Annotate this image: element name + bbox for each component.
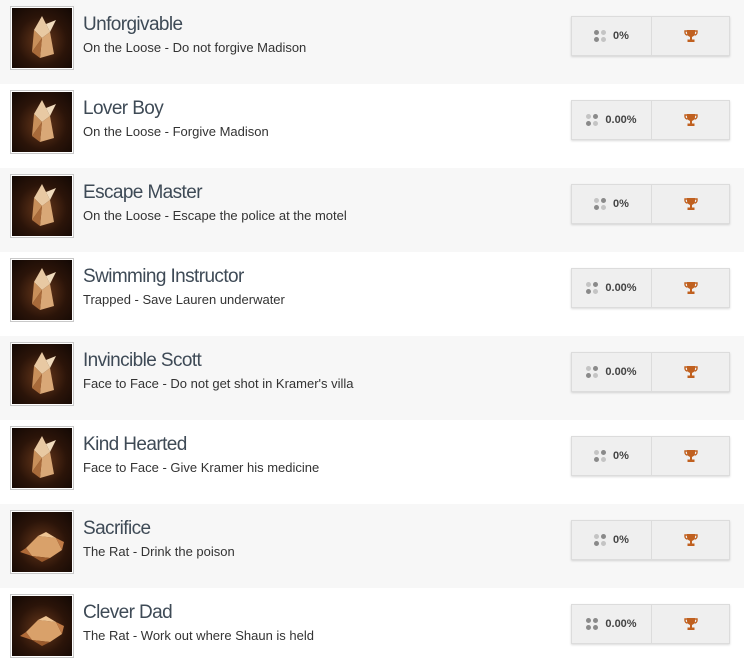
achievement-row[interactable]: Sacrifice The Rat - Drink the poison 0% xyxy=(0,504,744,588)
trophy-button[interactable] xyxy=(652,437,729,475)
origami-figure-icon xyxy=(12,428,72,488)
origami-figure-icon xyxy=(12,260,72,320)
achievement-list: Unforgivable On the Loose - Do not forgi… xyxy=(0,0,744,672)
achievement-description: Trapped - Save Lauren underwater xyxy=(83,292,285,307)
achievement-description: Face to Face - Give Kramer his medicine xyxy=(83,460,320,475)
achievement-stats: 0% xyxy=(571,520,730,560)
achievement-title: Unforgivable xyxy=(83,14,183,35)
achievement-stats: 0.00% xyxy=(571,268,730,308)
rarity-box[interactable]: 0.00% xyxy=(572,605,652,643)
achievement-description: On the Loose - Do not forgive Madison xyxy=(83,40,307,55)
achievement-description: The Rat - Work out where Shaun is held xyxy=(83,628,314,643)
achievement-stats: 0% xyxy=(571,184,730,224)
achievement-stats: 0.00% xyxy=(571,352,730,392)
rarity-dots-icon xyxy=(594,450,607,462)
rarity-box[interactable]: 0.00% xyxy=(572,269,652,307)
achievement-thumbnail xyxy=(10,174,74,238)
achievement-title: Kind Hearted xyxy=(83,434,187,455)
trophy-button[interactable] xyxy=(652,353,729,391)
rarity-box[interactable]: 0% xyxy=(572,185,652,223)
rarity-percent: 0% xyxy=(613,450,629,462)
achievement-thumbnail xyxy=(10,342,74,406)
achievement-thumbnail xyxy=(10,90,74,154)
origami-rat-icon xyxy=(12,596,72,656)
rarity-dots-icon xyxy=(594,534,607,546)
bronze-trophy-icon xyxy=(683,280,699,296)
achievement-stats: 0% xyxy=(571,436,730,476)
trophy-button[interactable] xyxy=(652,605,729,643)
rarity-box[interactable]: 0% xyxy=(572,521,652,559)
trophy-button[interactable] xyxy=(652,269,729,307)
rarity-dots-icon xyxy=(586,114,599,126)
rarity-dots-icon xyxy=(586,282,599,294)
achievement-thumbnail xyxy=(10,594,74,658)
rarity-percent: 0.00% xyxy=(605,282,637,294)
rarity-box[interactable]: 0.00% xyxy=(572,353,652,391)
achievement-title: Escape Master xyxy=(83,182,203,203)
trophy-button[interactable] xyxy=(652,521,729,559)
origami-rat-icon xyxy=(12,512,72,572)
achievement-row[interactable]: Swimming Instructor Trapped - Save Laure… xyxy=(0,252,744,336)
rarity-box[interactable]: 0% xyxy=(572,437,652,475)
achievement-stats: 0.00% xyxy=(571,604,730,644)
rarity-box[interactable]: 0.00% xyxy=(572,101,652,139)
rarity-dots-icon xyxy=(586,618,599,630)
achievement-row[interactable]: Unforgivable On the Loose - Do not forgi… xyxy=(0,0,744,84)
bronze-trophy-icon xyxy=(683,112,699,128)
achievement-title: Invincible Scott xyxy=(83,350,202,371)
achievement-row[interactable]: Kind Hearted Face to Face - Give Kramer … xyxy=(0,420,744,504)
origami-figure-icon xyxy=(12,8,72,68)
trophy-button[interactable] xyxy=(652,101,729,139)
trophy-button[interactable] xyxy=(652,17,729,55)
achievement-description: On the Loose - Forgive Madison xyxy=(83,124,269,139)
bronze-trophy-icon xyxy=(683,28,699,44)
achievement-title: Clever Dad xyxy=(83,602,173,623)
rarity-dots-icon xyxy=(594,198,607,210)
rarity-percent: 0% xyxy=(613,534,629,546)
bronze-trophy-icon xyxy=(683,532,699,548)
achievement-description: The Rat - Drink the poison xyxy=(83,544,235,559)
achievement-thumbnail xyxy=(10,258,74,322)
achievement-title: Swimming Instructor xyxy=(83,266,244,287)
rarity-dots-icon xyxy=(594,30,607,42)
achievement-row[interactable]: Clever Dad The Rat - Work out where Shau… xyxy=(0,588,744,672)
rarity-percent: 0% xyxy=(613,30,629,42)
bronze-trophy-icon xyxy=(683,196,699,212)
achievement-row[interactable]: Lover Boy On the Loose - Forgive Madison… xyxy=(0,84,744,168)
rarity-box[interactable]: 0% xyxy=(572,17,652,55)
achievement-description: Face to Face - Do not get shot in Kramer… xyxy=(83,376,354,391)
achievement-stats: 0% xyxy=(571,16,730,56)
rarity-percent: 0% xyxy=(613,198,629,210)
achievement-stats: 0.00% xyxy=(571,100,730,140)
rarity-dots-icon xyxy=(586,366,599,378)
bronze-trophy-icon xyxy=(683,616,699,632)
rarity-percent: 0.00% xyxy=(605,366,637,378)
bronze-trophy-icon xyxy=(683,364,699,380)
rarity-percent: 0.00% xyxy=(605,114,637,126)
origami-figure-icon xyxy=(12,92,72,152)
bronze-trophy-icon xyxy=(683,448,699,464)
achievement-row[interactable]: Escape Master On the Loose - Escape the … xyxy=(0,168,744,252)
achievement-title: Sacrifice xyxy=(83,518,151,539)
origami-figure-icon xyxy=(12,344,72,404)
trophy-button[interactable] xyxy=(652,185,729,223)
achievement-thumbnail xyxy=(10,6,74,70)
achievement-thumbnail xyxy=(10,426,74,490)
achievement-row[interactable]: Invincible Scott Face to Face - Do not g… xyxy=(0,336,744,420)
achievement-thumbnail xyxy=(10,510,74,574)
achievement-description: On the Loose - Escape the police at the … xyxy=(83,208,347,223)
origami-figure-icon xyxy=(12,176,72,236)
achievement-title: Lover Boy xyxy=(83,98,164,119)
rarity-percent: 0.00% xyxy=(605,618,637,630)
